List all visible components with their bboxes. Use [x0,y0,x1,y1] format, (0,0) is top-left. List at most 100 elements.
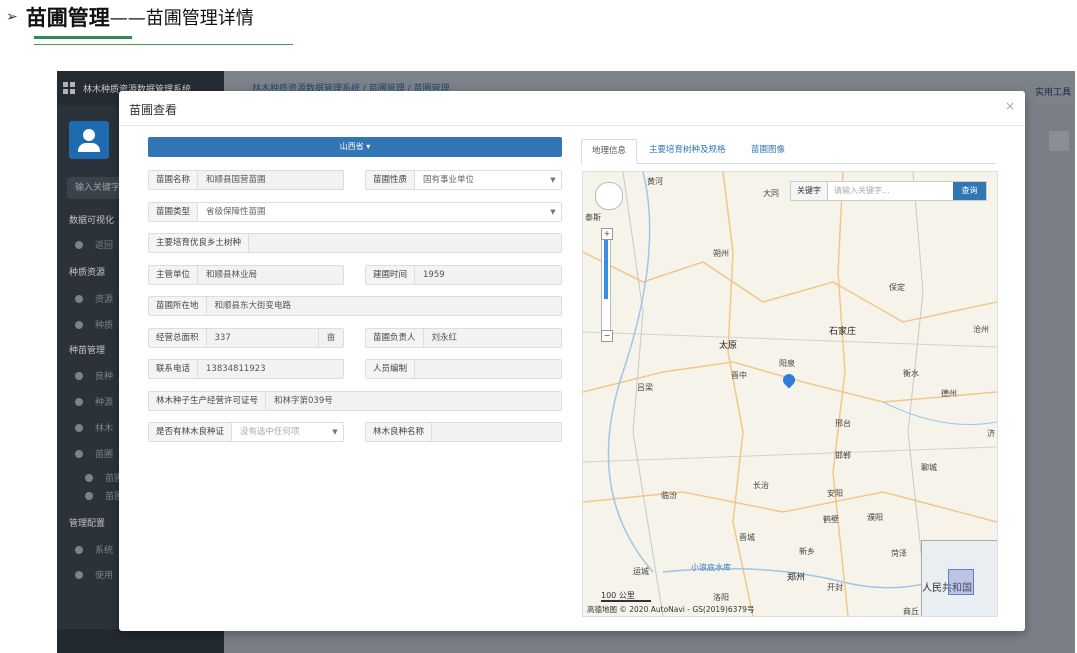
field-label: 林木种子生产经营许可证号 [149,392,267,410]
sidebar-subitem-nursery-1[interactable]: 苗圃 [85,471,123,484]
map-label: 商丘 [903,607,919,616]
doc-heading: ➢ 苗圃管理 ——苗圃管理详情 [6,0,254,34]
field-label: 苗圃性质 [366,171,416,189]
has-cert-select[interactable]: 是否有林木良种证 没有选中任何项 ▼ [148,422,344,442]
map-label: 新乡 [799,547,815,556]
location-field: 苗圃所在地 和顺县东大街变电路 [148,296,562,316]
zoom-slider[interactable] [601,228,611,342]
unit-addon: 亩 [318,329,343,347]
grid-icon [63,82,75,94]
sidebar-item-return[interactable]: 返回 [75,238,113,251]
map-label: 洛阳 [713,593,729,602]
sidebar-subitem-nursery-2[interactable]: 苗圃 [85,489,123,502]
overview-map[interactable]: 人民共和国 [921,540,997,616]
keyword-input[interactable]: 请输入关键字... [828,182,953,200]
sidebar-item-nursery[interactable]: 苗圃 [75,447,113,460]
item-icon [75,294,83,303]
field-label: 苗圃所在地 [149,297,207,315]
sidebar-item-label: 返回 [95,241,114,251]
tab-main-species[interactable]: 主要培育树种及规格 [639,139,736,162]
map-label: 德州 [941,389,957,398]
close-icon[interactable]: × [1005,99,1015,113]
doc-heading-sub: ——苗圃管理详情 [109,8,254,29]
map-copyright: 高德地图 © 2020 AutoNavi - GS(2019)6379号 [587,605,755,614]
page-select[interactable] [1049,131,1069,151]
sidebar-item-seed-source[interactable]: 种源 [75,395,113,408]
field-value: 337 [214,333,231,343]
sidebar-item-label: 系统 [95,546,114,556]
species-field: 主要培育优良乡土树种 [148,233,562,253]
sidebar-item-label: 使用 [95,571,114,581]
zoom-in-button[interactable]: + [601,228,613,240]
map-label: 济 [987,429,995,438]
sidebar-item-system[interactable]: 系统 [75,543,113,556]
heading-underline-accent [34,36,132,39]
minimap-viewport[interactable] [948,569,974,595]
field-label: 主要培育优良乡土树种 [149,234,250,252]
field-value: 省级保障性苗圃 [198,203,545,221]
field-label: 苗圃负责人 [366,329,424,347]
caret-down-icon: ▼ [327,423,343,441]
field-label: 苗圃名称 [149,171,199,189]
field-value: 13834811923 [206,364,266,374]
map-label: 大同 [763,189,779,198]
sidebar-item-label: 苗圃 [95,450,114,460]
map-label: 临汾 [661,491,677,500]
item-icon [75,423,83,432]
map-label: 安阳 [827,489,843,498]
nursery-name-field: 苗圃名称 和顺县国营苗圃 [148,170,344,190]
map-label: 衡水 [903,369,919,378]
sidebar-item-forest[interactable]: 林木 [75,421,113,434]
avatar[interactable] [69,121,109,159]
managing-unit-field: 主管单位 和顺县林业局 [148,265,344,285]
sidebar-section-visual: 数据可视化 [69,216,115,226]
seed-name-field: 林木良种名称 [365,422,562,442]
map-label: 保定 [889,283,905,292]
sidebar-item-label: 种质 [95,321,114,331]
field-value: 国有事业单位 [415,171,545,189]
map-label: 晋中 [731,371,747,380]
map-label: 濮阳 [867,513,883,522]
pan-control[interactable] [595,182,623,210]
nursery-view-modal: 苗圃查看 × 山西省 ▾ 苗圃名称 和顺县国营苗圃 苗圃性质 国有事业单位 ▼ … [119,91,1025,631]
field-value [249,234,561,252]
field-label: 人员编制 [366,360,416,378]
field-value: 刘永红 [431,333,458,343]
sidebar-item-germplasm[interactable]: 种质 [75,318,113,331]
province-dropdown-button[interactable]: 山西省 ▾ [148,137,562,157]
detail-tabs: 地理信息 主要培育树种及规格 苗圃图像 [581,139,995,164]
caret-down-icon: ▼ [545,203,561,221]
map[interactable]: 黄河 大同 朔州 保定 石家庄 太原 阳泉 晋中 吕梁 衡水 沧州 德州 邢台 … [582,171,998,617]
built-year-field: 建圃时间 1959 [365,265,562,285]
sidebar-section-resources: 种质资源 [69,268,106,278]
field-value: 1959 [423,270,445,280]
phone-field: 联系电话 13834811923 [148,359,344,379]
sidebar-item-usage[interactable]: 使用 [75,568,113,581]
field-label: 苗圃类型 [149,203,199,221]
map-label: 沧州 [973,325,989,334]
sidebar-item-fine-seed[interactable]: 良种 [75,369,113,382]
item-icon [75,371,83,380]
map-label: 开封 [827,583,843,592]
map-label: 长治 [753,481,769,490]
map-label: 鹤壁 [823,515,839,524]
tab-geo-info[interactable]: 地理信息 [581,139,638,164]
map-label: 运城 [633,567,649,576]
nursery-type-select[interactable]: 苗圃类型 省级保障性苗圃 ▼ [148,202,562,222]
nursery-nature-select[interactable]: 苗圃性质 国有事业单位 ▼ [365,170,562,190]
map-label: 黄河 [647,177,663,186]
sidebar-item-resources[interactable]: 资源 [75,292,113,305]
tools-menu[interactable]: 实用工具 [1035,85,1071,98]
keyword-label: 关键字 [791,182,828,200]
map-search-button[interactable]: 查询 [953,182,986,200]
zoom-out-button[interactable]: − [601,330,613,342]
tab-nursery-images[interactable]: 苗圃图像 [741,139,795,162]
sidebar-item-label: 种源 [95,398,114,408]
staff-field: 人员编制 [365,359,562,379]
field-label: 是否有林木良种证 [149,423,233,441]
map-label: 菏泽 [891,549,907,558]
license-field: 林木种子生产经营许可证号 和林字第039号 [148,391,562,411]
map-label: 吕梁 [637,383,653,392]
field-value [432,423,561,441]
field-label: 建圃时间 [366,266,416,284]
